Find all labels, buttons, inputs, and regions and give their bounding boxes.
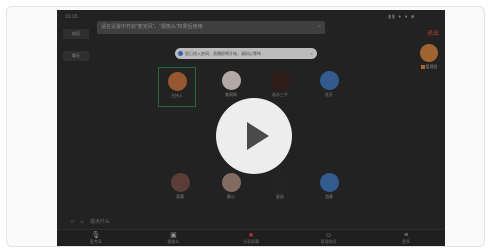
play-button[interactable] xyxy=(216,98,292,174)
video-player[interactable]: 16:03 ▮▮ ● ● ■ 退出 成员 聊天 请在设置中开启“麦克风”、“摄像… xyxy=(6,6,485,247)
